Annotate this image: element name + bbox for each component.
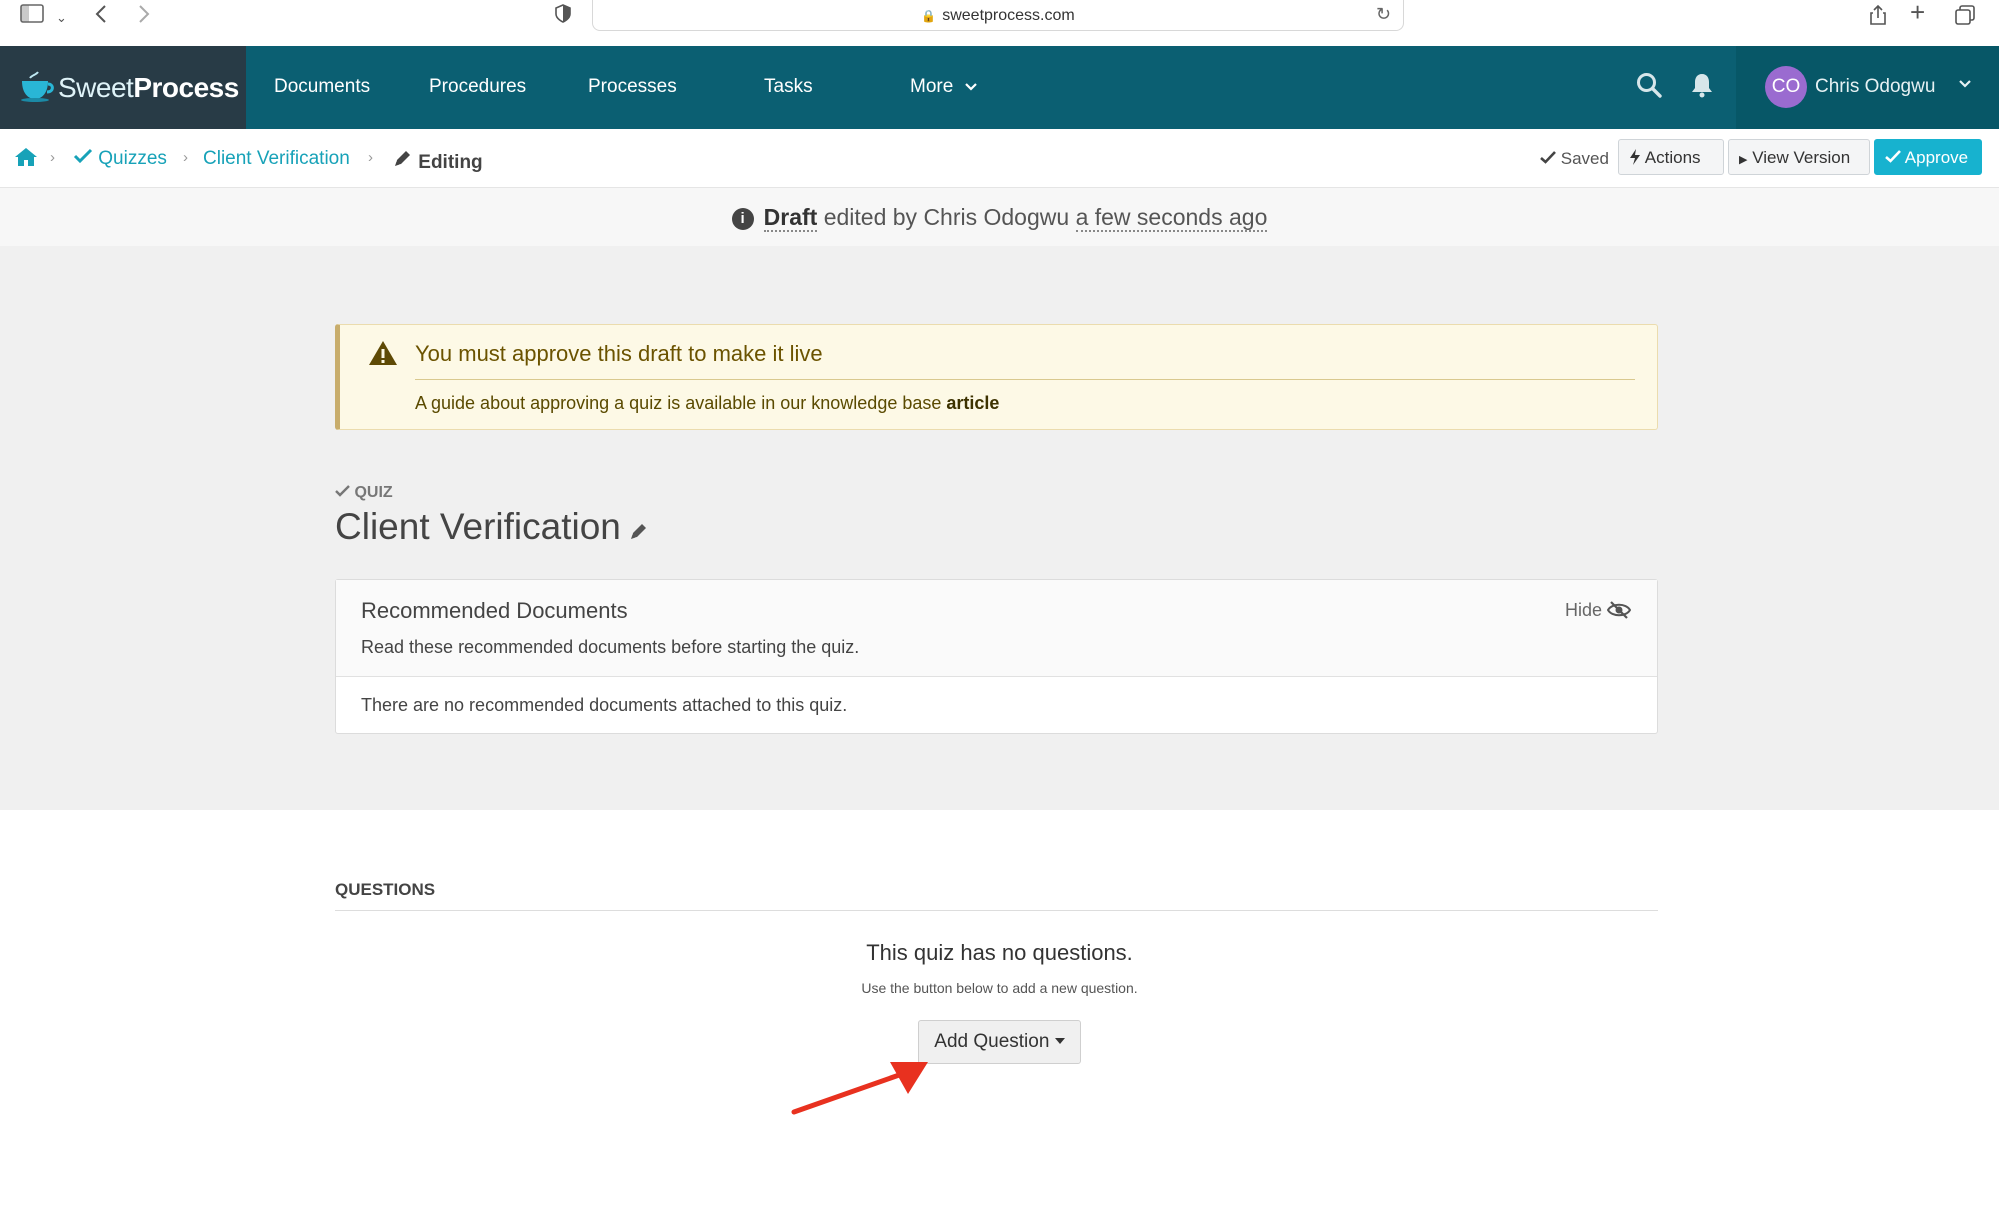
eye-slash-icon [1606,600,1632,620]
check-icon [335,484,354,501]
quiz-header-section: You must approve this draft to make it l… [0,246,1999,810]
privacy-shield-icon[interactable] [554,4,572,28]
lightning-icon [1629,148,1645,167]
tab-overview-icon[interactable] [1954,4,1976,30]
draft-status-banner: i Draft edited by Chris Odogwu a few seco… [0,188,1999,246]
forward-icon[interactable] [137,4,151,28]
chevron-down-icon[interactable] [1958,76,1972,93]
warning-triangle-icon [368,339,398,372]
questions-empty-title: This quiz has no questions. [866,940,1133,965]
hide-label: Hide [1564,600,1602,620]
breadcrumb-editing: Editing [393,148,483,174]
alert-body: A guide about approving a quiz is availa… [415,393,999,414]
chevron-down-icon[interactable]: ⌄ [56,7,67,29]
caret-down-icon [1054,1031,1065,1052]
lock-icon: 🔒 [921,9,937,23]
sidebar-toggle-icon[interactable] [20,4,46,28]
breadcrumb-separator-icon: › [183,149,188,166]
approval-warning-alert: You must approve this draft to make it l… [335,324,1658,430]
alert-title: You must approve this draft to make it l… [415,341,823,366]
recommended-documents-panel: Recommended Documents Read these recomme… [335,579,1658,734]
actions-button[interactable]: Actions [1618,139,1724,175]
recommended-documents-title: Recommended Documents [361,598,628,623]
top-navigation: SweetProcess Documents Procedures Proces… [0,46,1999,129]
caret-right-icon: ▶ [1739,154,1748,166]
draft-time[interactable]: a few seconds ago [1075,204,1268,232]
share-icon[interactable] [1868,4,1888,30]
search-icon[interactable] [1636,72,1662,103]
questions-section-label: QUESTIONS [335,880,436,899]
nav-documents[interactable]: Documents [274,76,370,98]
breadcrumb-client-verification[interactable]: Client Verification [203,148,350,170]
questions-divider [335,910,1658,911]
nav-more-label: More [910,76,954,97]
nav-more[interactable]: More [910,76,977,98]
add-question-button[interactable]: Add Question [918,1020,1081,1064]
user-name[interactable]: Chris Odogwu [1815,76,1935,98]
breadcrumb: › Quizzes › Client Verification › Editin… [0,129,1999,188]
breadcrumb-quizzes[interactable]: Quizzes [73,148,167,170]
recommended-documents-header: Recommended Documents Read these recomme… [336,580,1657,677]
alert-divider [415,379,1635,380]
page-title: Client Verification [335,506,621,547]
back-icon[interactable] [94,4,108,28]
breadcrumb-editing-label: Editing [418,152,483,173]
saved-status-label: Saved [1560,149,1609,168]
view-version-button-label: View Version [1752,148,1851,167]
edit-title-pencil-icon[interactable] [628,520,650,547]
nav-procedures[interactable]: Procedures [429,76,526,98]
recommended-documents-empty: There are no recommended documents attac… [361,695,848,715]
check-icon [1540,149,1561,168]
quiz-type-text: QUIZ [354,484,393,501]
check-icon [1885,148,1905,167]
approve-button-label: Approve [1904,148,1969,167]
brand-name: SweetProcess [58,72,239,103]
quiz-type-label: QUIZ [335,484,393,502]
breadcrumb-separator-icon: › [50,149,55,166]
saved-status: Saved [1540,149,1609,169]
red-arrow-annotation-icon [790,1056,940,1123]
draft-edited-by: edited by Chris Odogwu [823,204,1070,230]
view-version-button[interactable]: ▶ View Version [1728,139,1870,175]
add-question-label: Add Question [934,1031,1050,1052]
breadcrumb-separator-icon: › [368,149,373,166]
nav-processes[interactable]: Processes [588,76,677,98]
actions-button-label: Actions [1644,148,1701,167]
pencil-icon [393,151,418,173]
new-tab-icon[interactable]: + [1910,0,1925,25]
address-bar[interactable]: 🔒 sweetprocess.com ↻ [592,0,1404,31]
hide-recommended-button[interactable]: Hide [1564,600,1632,621]
home-icon[interactable] [14,146,38,174]
breadcrumb-quizzes-label: Quizzes [98,148,167,169]
nav-tasks[interactable]: Tasks [764,76,813,98]
recommended-documents-subtitle: Read these recommended documents before … [361,637,860,657]
article-link[interactable]: article [946,393,999,413]
alert-body-text: A guide about approving a quiz is availa… [415,393,942,413]
questions-empty-subtitle: Use the button below to add a new questi… [861,980,1138,996]
info-icon: i [731,208,754,230]
chevron-down-icon [964,79,977,95]
brand-logo-area[interactable]: SweetProcess [0,46,246,129]
draft-label[interactable]: Draft [763,204,818,232]
avatar[interactable]: CO [1765,66,1807,108]
browser-chrome: ⌄ 🔒 sweetprocess.com ↻ + [0,0,1999,46]
approve-button[interactable]: Approve [1874,139,1982,175]
teacup-logo-icon [18,71,58,108]
check-icon [73,148,98,169]
bell-icon[interactable] [1691,72,1713,103]
reload-icon[interactable]: ↻ [1376,4,1391,25]
url-text: sweetprocess.com [942,7,1075,24]
